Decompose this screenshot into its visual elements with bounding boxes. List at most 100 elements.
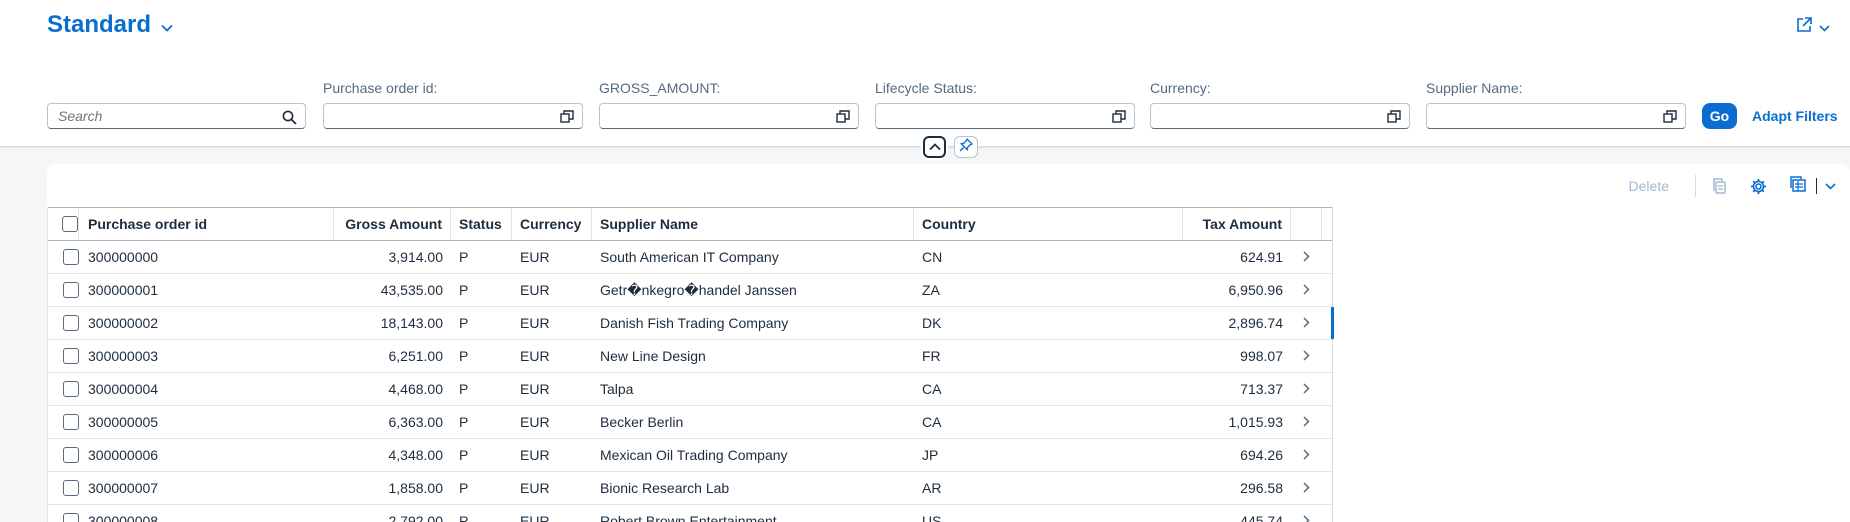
row-checkbox[interactable]: [63, 315, 79, 331]
cell-supplier-name: New Line Design: [600, 348, 706, 364]
row-checkbox[interactable]: [63, 414, 79, 430]
row-checkbox[interactable]: [63, 513, 79, 522]
purchase-order-id-input[interactable]: [324, 104, 582, 128]
chevron-right-icon[interactable]: [1303, 480, 1310, 496]
table-row[interactable]: 300000004 4,468.00 P EUR Talpa CA 713.37: [48, 373, 1332, 406]
row-navigation-cell[interactable]: [1291, 307, 1322, 339]
column-header-status[interactable]: Status: [451, 208, 512, 240]
cell-tax-amount: 6,950.96: [1228, 282, 1284, 298]
variant-selector[interactable]: Standard: [47, 11, 173, 39]
export-menu-button[interactable]: [1789, 175, 1836, 197]
row-navigation-cell[interactable]: [1291, 274, 1322, 306]
cell-supplier-name: Robert Brown Entertainment: [600, 513, 777, 522]
table-row[interactable]: 300000006 4,348.00 P EUR Mexican Oil Tra…: [48, 439, 1332, 472]
pin-header-button[interactable]: [954, 136, 978, 158]
chevron-right-icon[interactable]: [1303, 348, 1310, 364]
chevron-right-icon[interactable]: [1303, 447, 1310, 463]
cell-gross-amount: 1,858.00: [388, 480, 444, 496]
cell-gross-amount: 6,363.00: [388, 414, 444, 430]
chevron-right-icon[interactable]: [1303, 414, 1310, 430]
search-icon[interactable]: [282, 110, 297, 130]
table-row[interactable]: 300000000 3,914.00 P EUR South American …: [48, 241, 1332, 274]
row-checkbox[interactable]: [63, 282, 79, 298]
chevron-down-icon[interactable]: [1819, 19, 1830, 37]
filter-input[interactable]: [1426, 103, 1686, 129]
cell-tax-amount: 998.07: [1240, 348, 1283, 364]
chevron-right-icon[interactable]: [1303, 315, 1310, 331]
column-header-purchase-order-id[interactable]: Purchase order id: [79, 208, 334, 240]
chevron-right-icon[interactable]: [1303, 513, 1310, 522]
chevron-right-icon[interactable]: [1303, 282, 1310, 298]
export-spreadsheet-icon: [1789, 175, 1806, 197]
filter-input[interactable]: [1150, 103, 1410, 129]
supplier-name-input[interactable]: [1427, 104, 1685, 128]
cell-currency: EUR: [520, 381, 550, 397]
toolbar-separator: [1695, 175, 1696, 197]
adapt-filters-button[interactable]: Adapt Filters: [1752, 108, 1838, 124]
cell-currency: EUR: [520, 282, 550, 298]
delete-button[interactable]: Delete: [1629, 178, 1669, 194]
cell-tax-amount: 296.58: [1240, 480, 1283, 496]
table-row[interactable]: 300000008 2,792.00 P EUR Robert Brown En…: [48, 505, 1332, 522]
cell-country: CN: [922, 249, 943, 265]
cell-tax-amount: 445.74: [1240, 513, 1283, 522]
row-checkbox[interactable]: [63, 249, 79, 265]
cell-country: JP: [922, 447, 939, 463]
table-row[interactable]: 300000002 18,143.00 P EUR Danish Fish Tr…: [48, 307, 1334, 340]
row-select-cell: [48, 505, 79, 522]
row-navigation-cell[interactable]: [1291, 340, 1322, 372]
column-header-tax-amount[interactable]: Tax Amount: [1183, 208, 1291, 240]
column-header-gross-amount[interactable]: Gross Amount: [334, 208, 451, 240]
row-checkbox[interactable]: [63, 480, 79, 496]
row-navigation-cell[interactable]: [1291, 373, 1322, 405]
row-navigation-cell[interactable]: [1291, 406, 1322, 438]
cell-status: P: [459, 282, 469, 298]
chevron-down-icon: [161, 19, 173, 37]
settings-gear-icon[interactable]: [1750, 178, 1767, 195]
lifecycle-status-input[interactable]: [876, 104, 1134, 128]
copy-icon[interactable]: [1712, 178, 1728, 194]
filter-input[interactable]: [323, 103, 583, 129]
share-menu[interactable]: [1795, 16, 1830, 39]
row-select-cell: [48, 241, 79, 273]
collapse-header-button[interactable]: [923, 136, 946, 158]
cell-country: DK: [922, 315, 942, 331]
value-help-icon[interactable]: [836, 110, 850, 128]
column-header-country[interactable]: Country: [914, 208, 1183, 240]
value-help-icon[interactable]: [560, 110, 574, 128]
row-navigation-cell[interactable]: [1291, 241, 1322, 273]
value-help-icon[interactable]: [1387, 110, 1401, 128]
row-checkbox[interactable]: [63, 447, 79, 463]
row-navigation-cell[interactable]: [1291, 472, 1322, 504]
row-checkbox[interactable]: [63, 348, 79, 364]
cell-country: US: [922, 513, 942, 522]
table-row[interactable]: 300000003 6,251.00 P EUR New Line Design…: [48, 340, 1332, 373]
search-input[interactable]: [48, 104, 305, 128]
gross-amount-input[interactable]: [600, 104, 858, 128]
value-help-icon[interactable]: [1112, 110, 1126, 128]
chevron-right-icon[interactable]: [1303, 249, 1310, 265]
select-all-checkbox[interactable]: [62, 216, 78, 232]
search-field[interactable]: [47, 103, 306, 129]
table-row[interactable]: 300000005 6,363.00 P EUR Becker Berlin C…: [48, 406, 1332, 439]
cell-country: ZA: [922, 282, 940, 298]
currency-input[interactable]: [1151, 104, 1409, 128]
purchase-orders-table: Purchase order id Gross Amount Status Cu…: [47, 207, 1334, 522]
cell-country: AR: [922, 480, 942, 496]
filter-input[interactable]: [875, 103, 1135, 129]
row-navigation-cell[interactable]: [1291, 439, 1322, 471]
share-icon[interactable]: [1795, 16, 1813, 39]
cell-purchase-order-id: 300000001: [88, 282, 159, 298]
column-header-supplier-name[interactable]: Supplier Name: [592, 208, 914, 240]
table-row[interactable]: 300000007 1,858.00 P EUR Bionic Research…: [48, 472, 1332, 505]
row-highlight-indicator: [1331, 307, 1334, 339]
value-help-icon[interactable]: [1663, 110, 1677, 128]
filter-input[interactable]: [599, 103, 859, 129]
table-row[interactable]: 300000001 43,535.00 P EUR Getr�nkegro�ha…: [48, 274, 1332, 307]
go-button[interactable]: Go: [1702, 103, 1737, 129]
column-header-currency[interactable]: Currency: [512, 208, 592, 240]
row-navigation-cell[interactable]: [1291, 505, 1322, 522]
row-checkbox[interactable]: [63, 381, 79, 397]
cell-gross-amount: 2,792.00: [388, 513, 444, 522]
chevron-right-icon[interactable]: [1303, 381, 1310, 397]
